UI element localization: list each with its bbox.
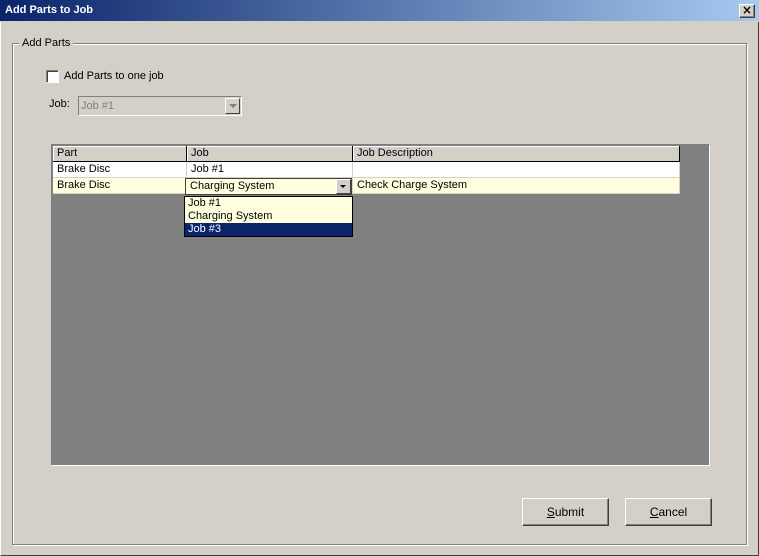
cancel-button[interactable]: Cancel: [625, 498, 712, 526]
submit-button[interactable]: Submit: [522, 498, 609, 526]
column-header-job-description[interactable]: Job Description: [353, 146, 680, 162]
submit-mnemonic: S: [546, 505, 555, 519]
table-cell-job[interactable]: Job #1: [187, 162, 353, 178]
row-job-combobox-arrow[interactable]: [336, 179, 351, 194]
table-cell-job-description[interactable]: Check Charge System: [353, 178, 680, 194]
table-cell-part[interactable]: Brake Disc: [53, 178, 187, 194]
dropdown-option-highlighted[interactable]: Job #3: [185, 223, 352, 236]
job-select: Job #1: [78, 96, 242, 116]
column-header-part[interactable]: Part: [53, 146, 187, 162]
parts-grid[interactable]: Part Job Job Description Brake Disc Job …: [51, 144, 710, 466]
close-button[interactable]: ×: [739, 4, 755, 18]
row-job-combobox[interactable]: Charging System: [185, 178, 352, 195]
job-select-arrow: [225, 98, 240, 114]
window-title: Add Parts to Job: [5, 4, 94, 16]
table-cell-part[interactable]: Brake Disc: [53, 162, 187, 178]
table-cell-job-description[interactable]: [353, 162, 680, 178]
job-dropdown-list[interactable]: Job #1 Charging System Job #3: [184, 196, 353, 237]
dropdown-option[interactable]: Charging System: [185, 210, 352, 223]
groupbox-label: Add Parts: [19, 37, 74, 49]
add-to-one-job-checkbox[interactable]: [46, 69, 59, 83]
chevron-down-icon: [340, 185, 346, 188]
close-icon: ×: [741, 3, 753, 17]
job-select-value: Job #1: [81, 100, 115, 112]
title-bar: Add Parts to Job ×: [0, 0, 759, 22]
column-header-job[interactable]: Job: [187, 146, 353, 162]
chevron-down-icon: [229, 104, 237, 108]
row-job-combobox-value: Charging System: [190, 180, 275, 192]
dropdown-option[interactable]: Job #1: [185, 197, 352, 210]
add-to-one-job-label[interactable]: Add Parts to one job: [64, 70, 164, 82]
job-field-label: Job:: [49, 98, 70, 110]
cancel-label: ancel: [658, 505, 688, 519]
add-to-one-job-option[interactable]: Add Parts to one job: [46, 69, 164, 83]
submit-label: ubmit: [554, 505, 585, 519]
